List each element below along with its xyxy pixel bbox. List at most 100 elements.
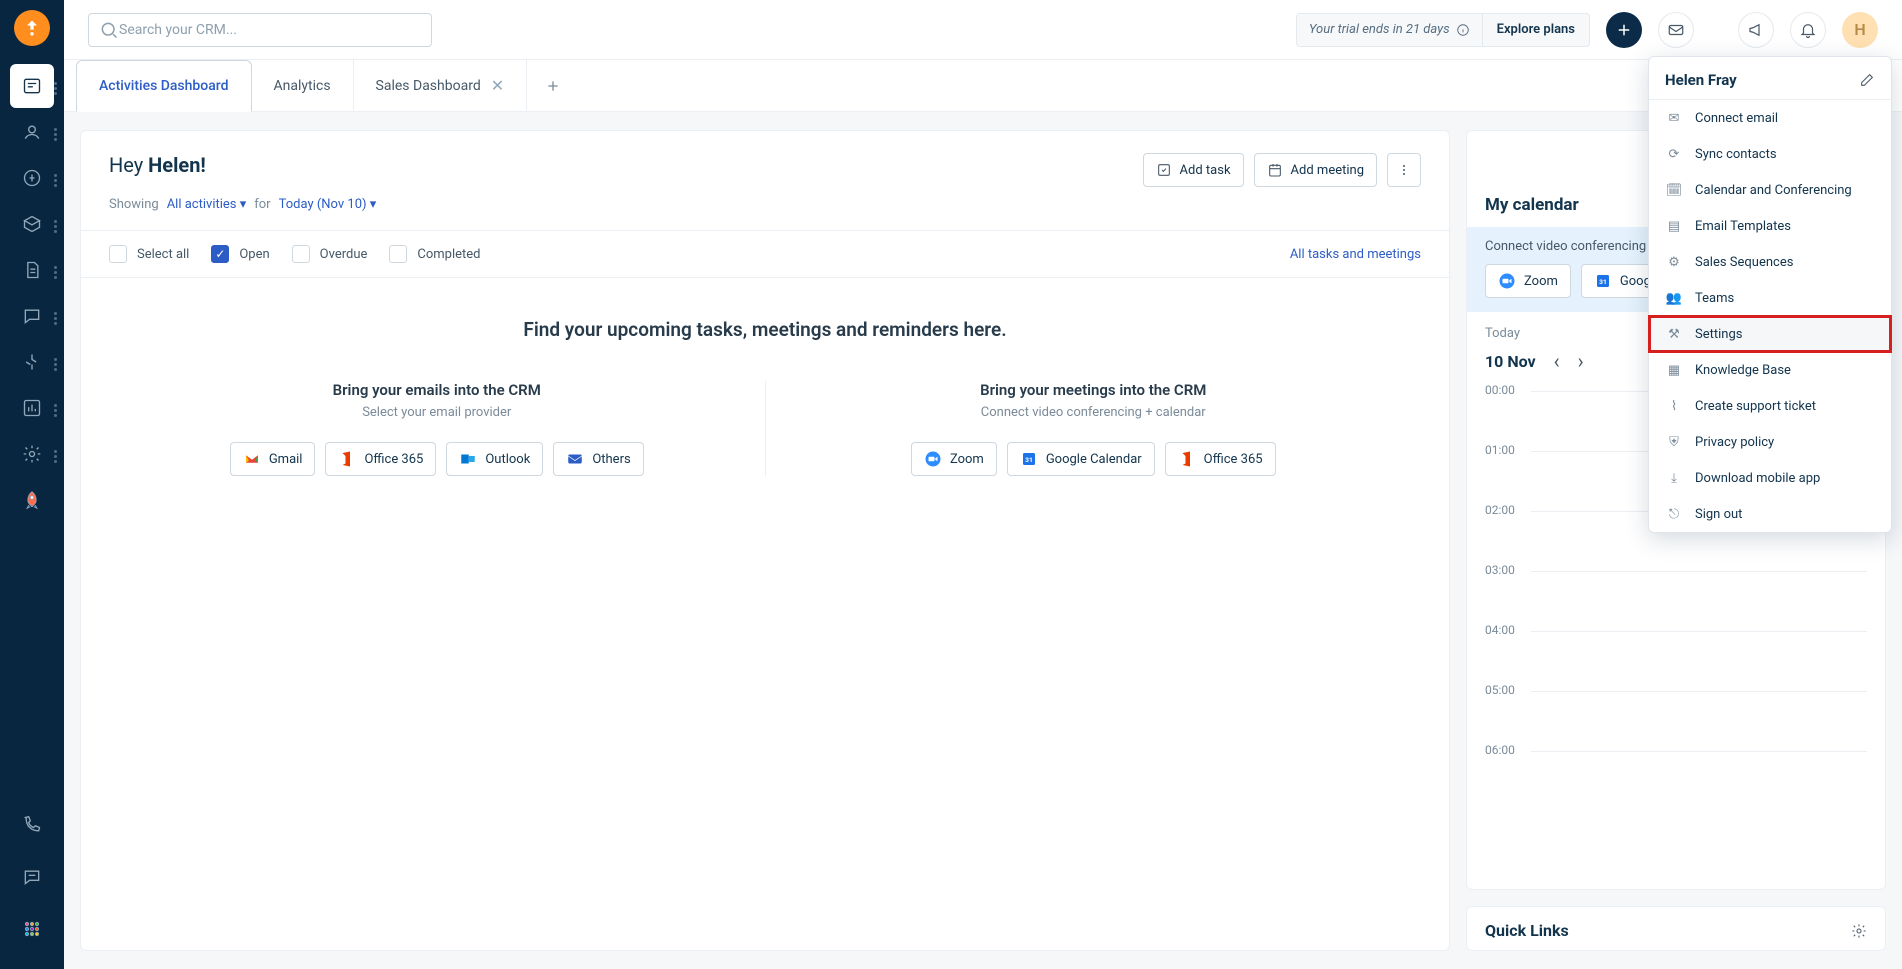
office-icon xyxy=(1178,450,1196,468)
all-tasks-link[interactable]: All tasks and meetings xyxy=(1290,247,1421,262)
section-title: Bring your meetings into the CRM xyxy=(980,381,1206,399)
dd-calendar-conferencing[interactable]: 🗓Calendar and Conferencing xyxy=(1649,172,1891,208)
add-meeting-button[interactable]: Add meeting xyxy=(1254,153,1377,187)
dd-label: Create support ticket xyxy=(1695,399,1816,414)
dd-sign-out[interactable]: ⎋Sign out xyxy=(1649,496,1891,532)
gear-icon[interactable] xyxy=(1851,923,1867,939)
app-logo[interactable] xyxy=(14,10,50,46)
sidebar-item-phone[interactable] xyxy=(10,803,54,847)
sidebar-item-activities[interactable] xyxy=(10,64,54,108)
tab-sales-dashboard[interactable]: Sales Dashboard✕ xyxy=(354,60,528,112)
dd-label: Sales Sequences xyxy=(1695,255,1793,270)
settings-icon: ⚒ xyxy=(1665,325,1683,343)
completed-checkbox[interactable]: Completed xyxy=(389,245,480,263)
add-task-button[interactable]: Add task xyxy=(1143,153,1244,187)
announcements-button[interactable] xyxy=(1738,12,1774,48)
office365-email-button[interactable]: Office 365 xyxy=(325,442,436,476)
meetings-integration-section: Bring your meetings into the CRM Connect… xyxy=(766,381,1422,476)
close-icon[interactable]: ✕ xyxy=(491,76,504,95)
info-icon xyxy=(1456,23,1470,37)
select-all-checkbox[interactable]: Select all xyxy=(109,245,189,263)
quick-links-title: Quick Links xyxy=(1485,921,1569,940)
dd-download-app[interactable]: ⤓Download mobile app xyxy=(1649,460,1891,496)
checkbox-label: Select all xyxy=(137,247,189,262)
dd-teams[interactable]: 👥Teams xyxy=(1649,280,1891,316)
section-subtitle: Select your email provider xyxy=(362,405,511,420)
avatar[interactable]: H xyxy=(1842,12,1878,48)
sidebar-item-automation[interactable] xyxy=(10,340,54,384)
calendar-prev-button[interactable]: ‹ xyxy=(1554,349,1560,373)
checkbox-label: Open xyxy=(239,247,269,262)
gmail-button[interactable]: Gmail xyxy=(230,442,316,476)
page-title: Hey Helen! xyxy=(109,153,206,177)
trial-box: Your trial ends in 21 days Explore plans xyxy=(1296,13,1590,47)
template-icon: ▤ xyxy=(1665,217,1683,235)
button-label: Outlook xyxy=(485,452,530,467)
dd-label: Privacy policy xyxy=(1695,435,1774,450)
open-checkbox[interactable]: Open xyxy=(211,245,269,263)
signout-icon: ⎋ xyxy=(1665,505,1683,523)
zoom-connect-button[interactable]: Zoom xyxy=(1485,264,1571,298)
dd-email-templates[interactable]: ▤Email Templates xyxy=(1649,208,1891,244)
shield-icon: ⛨ xyxy=(1665,433,1683,451)
sidebar-item-reports[interactable] xyxy=(10,386,54,430)
mail-icon: ✉ xyxy=(1665,109,1683,127)
sidebar-item-chat[interactable] xyxy=(10,855,54,899)
tab-analytics[interactable]: Analytics xyxy=(252,60,354,112)
edit-icon[interactable] xyxy=(1859,72,1875,88)
others-button[interactable]: Others xyxy=(553,442,643,476)
button-label: Zoom xyxy=(1524,274,1558,289)
tab-activities-dashboard[interactable]: Activities Dashboard xyxy=(76,60,252,112)
calendar-icon xyxy=(1267,162,1283,178)
gmail-icon xyxy=(243,450,261,468)
dd-label: Teams xyxy=(1695,291,1734,306)
dd-connect-email[interactable]: ✉Connect email xyxy=(1649,100,1891,136)
sidebar-item-products[interactable] xyxy=(10,202,54,246)
add-button[interactable] xyxy=(1606,12,1642,48)
svg-text:31: 31 xyxy=(1599,278,1607,286)
sidebar-item-settings[interactable] xyxy=(10,432,54,476)
dd-sales-sequences[interactable]: ⚙Sales Sequences xyxy=(1649,244,1891,280)
dd-settings[interactable]: ⚒Settings xyxy=(1649,316,1891,352)
ticket-icon: ⌇ xyxy=(1665,397,1683,415)
tab-add[interactable] xyxy=(527,60,579,112)
date-dropdown[interactable]: Today (Nov 10) ▾ xyxy=(279,197,377,212)
search-icon xyxy=(99,20,119,40)
time-slot: 03:00 xyxy=(1485,563,1867,623)
more-button[interactable] xyxy=(1387,153,1421,187)
notifications-button[interactable] xyxy=(1790,12,1826,48)
search-input[interactable] xyxy=(119,22,421,38)
sidebar-item-deals[interactable] xyxy=(10,156,54,200)
office365-cal-button[interactable]: Office 365 xyxy=(1165,442,1276,476)
dd-knowledge-base[interactable]: ▦Knowledge Base xyxy=(1649,352,1891,388)
button-label: Office 365 xyxy=(364,452,423,467)
zoom-button[interactable]: Zoom xyxy=(911,442,997,476)
search-input-wrap[interactable] xyxy=(88,13,432,47)
gcal-button[interactable]: 31Google Calendar xyxy=(1007,442,1155,476)
sidebar-item-rocket[interactable] xyxy=(10,478,54,522)
office-icon xyxy=(338,450,356,468)
all-activities-dropdown[interactable]: All activities ▾ xyxy=(167,197,247,212)
sidebar-item-apps[interactable] xyxy=(10,907,54,951)
content: Hey Helen! Add task Add meeting Showing … xyxy=(64,112,1902,969)
calendar-next-button[interactable]: › xyxy=(1578,349,1584,373)
sidebar-item-documents[interactable] xyxy=(10,248,54,292)
gcal-icon: 31 xyxy=(1020,450,1038,468)
overdue-checkbox[interactable]: Overdue xyxy=(292,245,368,263)
time-slot: 05:00 xyxy=(1485,683,1867,743)
dd-support-ticket[interactable]: ⌇ Create support ticket xyxy=(1649,388,1891,424)
outlook-button[interactable]: Outlook xyxy=(446,442,543,476)
topbar: Your trial ends in 21 days Explore plans… xyxy=(64,0,1902,60)
svg-text:31: 31 xyxy=(1025,456,1033,464)
dd-label: Calendar and Conferencing xyxy=(1695,183,1852,198)
tabs-row: Activities Dashboard Analytics Sales Das… xyxy=(64,60,1902,112)
sidebar-item-contacts[interactable] xyxy=(10,110,54,154)
sidebar-item-conversations[interactable] xyxy=(10,294,54,338)
mail-button[interactable] xyxy=(1658,12,1694,48)
explore-plans-button[interactable]: Explore plans xyxy=(1482,14,1589,46)
dd-privacy-policy[interactable]: ⛨ Privacy policy xyxy=(1649,424,1891,460)
dd-sync-contacts[interactable]: ⟳Sync contacts xyxy=(1649,136,1891,172)
tab-label: Analytics xyxy=(274,78,331,94)
profile-dropdown: Helen Fray ✉Connect email ⟳Sync contacts… xyxy=(1648,56,1892,533)
bell-icon xyxy=(1799,21,1817,39)
